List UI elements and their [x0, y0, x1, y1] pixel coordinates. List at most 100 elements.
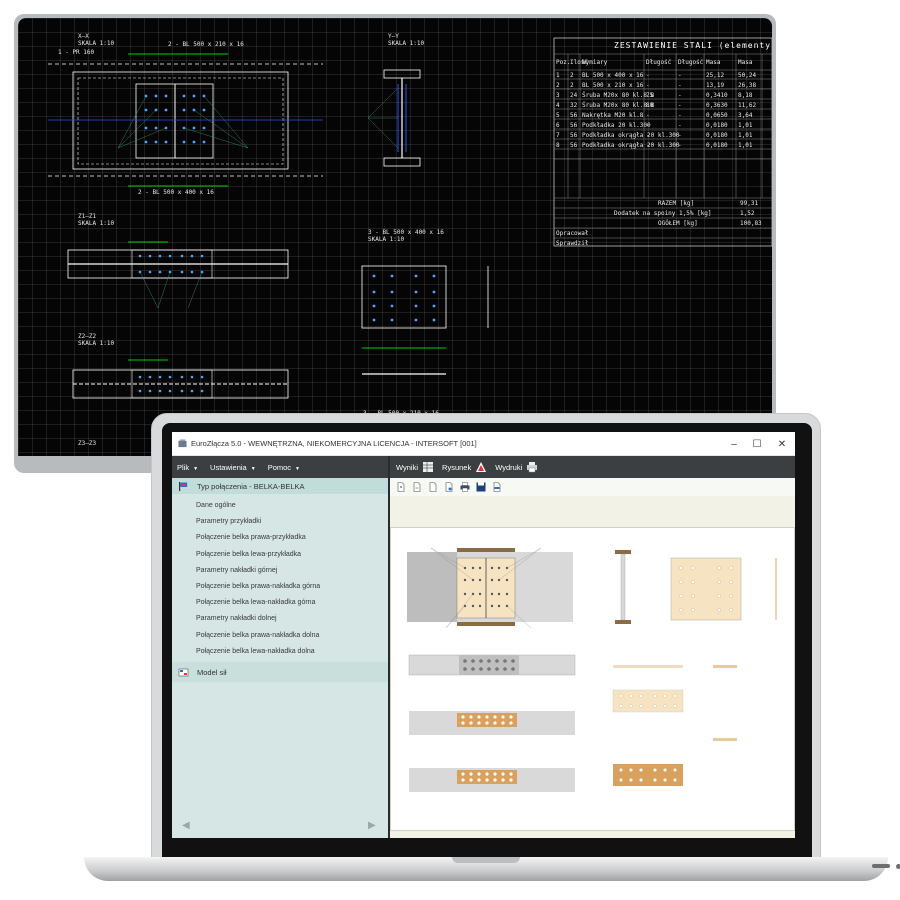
cad-screen: X—X SKALA 1:10 2 - BL 500 x 210 x 16 2 -…: [18, 18, 772, 456]
cad-table-cell: -: [678, 82, 682, 89]
open-doc-icon[interactable]: [412, 482, 422, 492]
cad-table-cell: 24: [570, 92, 578, 99]
printer-icon: [527, 462, 538, 473]
cad-table-header: Masa: [706, 59, 721, 66]
maximize-button[interactable]: ☐: [748, 436, 766, 452]
drawing-button[interactable]: Rysunek: [442, 461, 487, 473]
cad-table-cell: -: [678, 102, 682, 109]
print-icon[interactable]: [460, 482, 470, 492]
cad-table-side-0: Opracował: [556, 230, 589, 237]
results-button[interactable]: Wyniki: [396, 461, 434, 473]
laptop-notch: [452, 857, 520, 863]
laptop-led: [896, 864, 900, 869]
cad-drawing: X—X SKALA 1:10 2 - BL 500 x 210 x 16 2 -…: [48, 33, 772, 447]
cad-table-cell: Nakrętka M20 kl.8: [582, 112, 644, 119]
printouts-button[interactable]: Wydruki: [495, 461, 538, 473]
cad-table-cell: 56: [570, 122, 578, 129]
cad-view-z2-title: Z2—Z2: [78, 333, 96, 340]
menu-bar: Plik ▼ Ustawienia ▼ Pomoc ▼: [172, 456, 388, 478]
cad-table-footer-value-2: 100,83: [740, 220, 762, 227]
cad-table-cell: 8: [556, 142, 560, 149]
sidebar: Typ połączenia - BELKA-BELKA Dane ogólne…: [172, 478, 388, 838]
cad-table-cell: 3: [556, 92, 560, 99]
cad-table-cell: 0,0650: [706, 112, 728, 119]
sidebar-connection-type[interactable]: Typ połączenia - BELKA-BELKA: [172, 478, 388, 494]
sidebar-force-model-label: Model sił: [197, 667, 227, 677]
connection-drawing: [407, 547, 777, 792]
cad-table-cell: 0,3630: [706, 102, 728, 109]
minimize-button[interactable]: –: [725, 436, 743, 452]
view-toolbar: Wyniki Rysunek Wydruki: [390, 456, 795, 478]
cad-table-cell: 1,01: [738, 122, 753, 129]
sidebar-item-general-data[interactable]: Dane ogólne: [172, 498, 388, 514]
sidebar-force-model[interactable]: Model sił: [172, 662, 388, 682]
cad-view-x-scale: SKALA 1:10: [78, 40, 115, 47]
cad-table-cell: 0,0180: [706, 132, 728, 139]
nav-right-icon[interactable]: ▶: [368, 820, 376, 831]
menu-settings[interactable]: Ustawienia ▼: [210, 463, 256, 472]
drawing-label: Rysunek: [442, 462, 472, 472]
sidebar-connection-type-label: Typ połączenia - BELKA-BELKA: [197, 481, 305, 491]
cad-monitor: X—X SKALA 1:10 2 - BL 500 x 210 x 16 2 -…: [14, 14, 776, 473]
cad-view-y-scale: SKALA 1:10: [388, 40, 425, 47]
sidebar-item-bottom-plate-params[interactable]: Parametry nakładki dolnej: [172, 611, 388, 627]
menu-help[interactable]: Pomoc ▼: [268, 463, 300, 472]
drawing-canvas[interactable]: [390, 527, 795, 831]
export-doc-icon[interactable]: [444, 482, 454, 492]
chevron-down-icon: ▼: [193, 465, 199, 472]
cad-table-header: Długość: [678, 59, 704, 66]
menu-help-label: Pomoc: [267, 462, 292, 472]
sidebar-list: Dane ogólne Parametry przykładki Połącze…: [172, 494, 388, 660]
cad-table-cell: 56: [570, 142, 578, 149]
cad-table-cell: 3,64: [738, 112, 753, 119]
cad-label-bl-top: 2 - BL 500 x 210 x 16: [168, 41, 244, 48]
cad-table-cell: 0,0180: [706, 142, 728, 149]
cad-table-cell: 1,01: [738, 132, 753, 139]
cad-table-header: Długość: [646, 59, 672, 66]
sidebar-item-right-beam-top-plate[interactable]: Połączenie belka prawa-nakładka górna: [172, 579, 388, 595]
dxf-export-icon[interactable]: [492, 482, 502, 492]
cad-table-cell: Podkładka okrągła 20 kl.300: [582, 142, 680, 149]
cad-table-cell: -: [646, 82, 650, 89]
sidebar-item-right-beam-bottom-plate[interactable]: Połączenie belka prawa-nakładka dolna: [172, 628, 388, 644]
sidebar-item-left-beam-bottom-plate[interactable]: Połączenie belka lewa-nakładka dolna: [172, 644, 388, 660]
cad-table-cell: 75: [646, 92, 654, 99]
chevron-down-icon: ▼: [250, 465, 256, 472]
cad-table-cell: 11,62: [738, 102, 756, 109]
cad-table-cell: Podkładka okrągła 20 kl.300: [582, 132, 680, 139]
save-icon[interactable]: [476, 482, 486, 492]
close-button[interactable]: ✕: [773, 436, 791, 452]
cad-table-footer-1: Dodatek na spoiny 1,5% [kg]: [614, 210, 712, 217]
sidebar-item-left-beam-top-plate[interactable]: Połączenie belka lewa-nakładka górna: [172, 595, 388, 611]
cad-table-footer-0: RAZEM [kg]: [658, 200, 694, 207]
cad-table-header: Wymiary: [582, 59, 608, 66]
menu-settings-label: Ustawienia: [210, 462, 247, 472]
blank-doc-icon[interactable]: [428, 482, 438, 492]
cad-table-footer-value-0: 99,31: [740, 200, 758, 207]
scene: X—X SKALA 1:10 2 - BL 500 x 210 x 16 2 -…: [0, 0, 900, 900]
menu-file[interactable]: Plik ▼: [177, 463, 198, 472]
sidebar-item-left-beam-splice[interactable]: Połączenie belka lewa-przykładka: [172, 547, 388, 563]
cad-table-cell: 25,12: [706, 72, 724, 79]
sidebar-item-right-beam-splice[interactable]: Połączenie belka prawa-przykładka: [172, 530, 388, 546]
cad-table-cell: 8,18: [738, 92, 753, 99]
cad-table-cell: -: [646, 72, 650, 79]
app-window: EuroZłącza 5.0 - WEWNĘTRZNA, NIEKOMERCYJ…: [172, 432, 795, 838]
cad-table-cell: 1: [556, 72, 560, 79]
cad-table-side-1: Sprawdził: [556, 240, 589, 247]
new-doc-icon[interactable]: [396, 482, 406, 492]
cad-table-cell: 2: [556, 82, 560, 89]
cad-table-cell: 50,24: [738, 72, 756, 79]
cad-view-z2-scale: SKALA 1:10: [78, 340, 115, 347]
cad-table-cell: -: [646, 112, 650, 119]
sidebar-item-splice-params[interactable]: Parametry przykładki: [172, 514, 388, 530]
cad-table-cell: -: [646, 142, 650, 149]
cad-table-cell: 4: [556, 102, 560, 109]
title-bar[interactable]: EuroZłącza 5.0 - WEWNĘTRZNA, NIEKOMERCYJ…: [172, 432, 795, 456]
cad-plate-label: 3 - BL 500 x 400 x 16: [368, 229, 444, 236]
cad-table-footer-2: OGÓŁEM [kg]: [658, 220, 698, 227]
sidebar-item-top-plate-params[interactable]: Parametry nakładki górnej: [172, 563, 388, 579]
cad-table-footer-value-1: 1,52: [740, 210, 755, 217]
nav-left-icon[interactable]: ◀: [182, 820, 190, 831]
cad-table-cell: 26,38: [738, 82, 756, 89]
